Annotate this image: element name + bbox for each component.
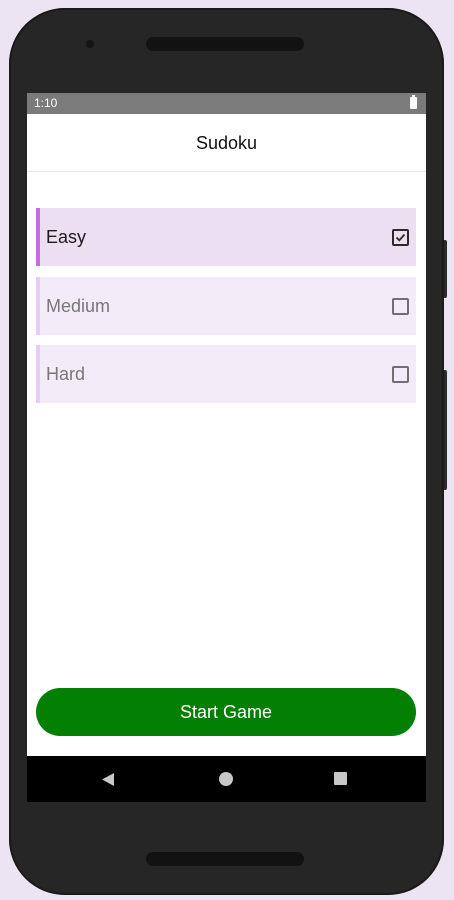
difficulty-option-medium[interactable]: Medium <box>36 277 416 335</box>
checkmark-icon <box>395 233 406 242</box>
back-icon[interactable] <box>101 772 115 787</box>
difficulty-option-easy[interactable]: Easy <box>36 208 416 266</box>
status-time: 1:10 <box>34 96 58 110</box>
earpiece-speaker <box>146 37 304 51</box>
front-camera <box>86 40 94 48</box>
easy-checkbox[interactable] <box>392 229 409 246</box>
device-screen: 1:10 Sudoku Easy Medium Hard Start Game <box>27 93 426 802</box>
recent-apps-icon[interactable] <box>334 772 347 785</box>
option-label: Medium <box>46 296 111 316</box>
bottom-speaker <box>146 852 304 866</box>
status-bar: 1:10 <box>27 93 426 114</box>
battery-icon <box>410 95 417 109</box>
option-label: Easy <box>46 227 87 247</box>
hard-checkbox[interactable] <box>392 366 409 383</box>
option-label: Hard <box>46 364 86 384</box>
app-bar: Sudoku <box>27 114 426 172</box>
medium-checkbox[interactable] <box>392 298 409 315</box>
home-icon[interactable] <box>219 772 233 786</box>
difficulty-option-hard[interactable]: Hard <box>36 345 416 403</box>
start-game-button[interactable]: Start Game <box>36 688 416 736</box>
navigation-bar <box>27 756 426 802</box>
page-title: Sudoku <box>195 133 258 153</box>
